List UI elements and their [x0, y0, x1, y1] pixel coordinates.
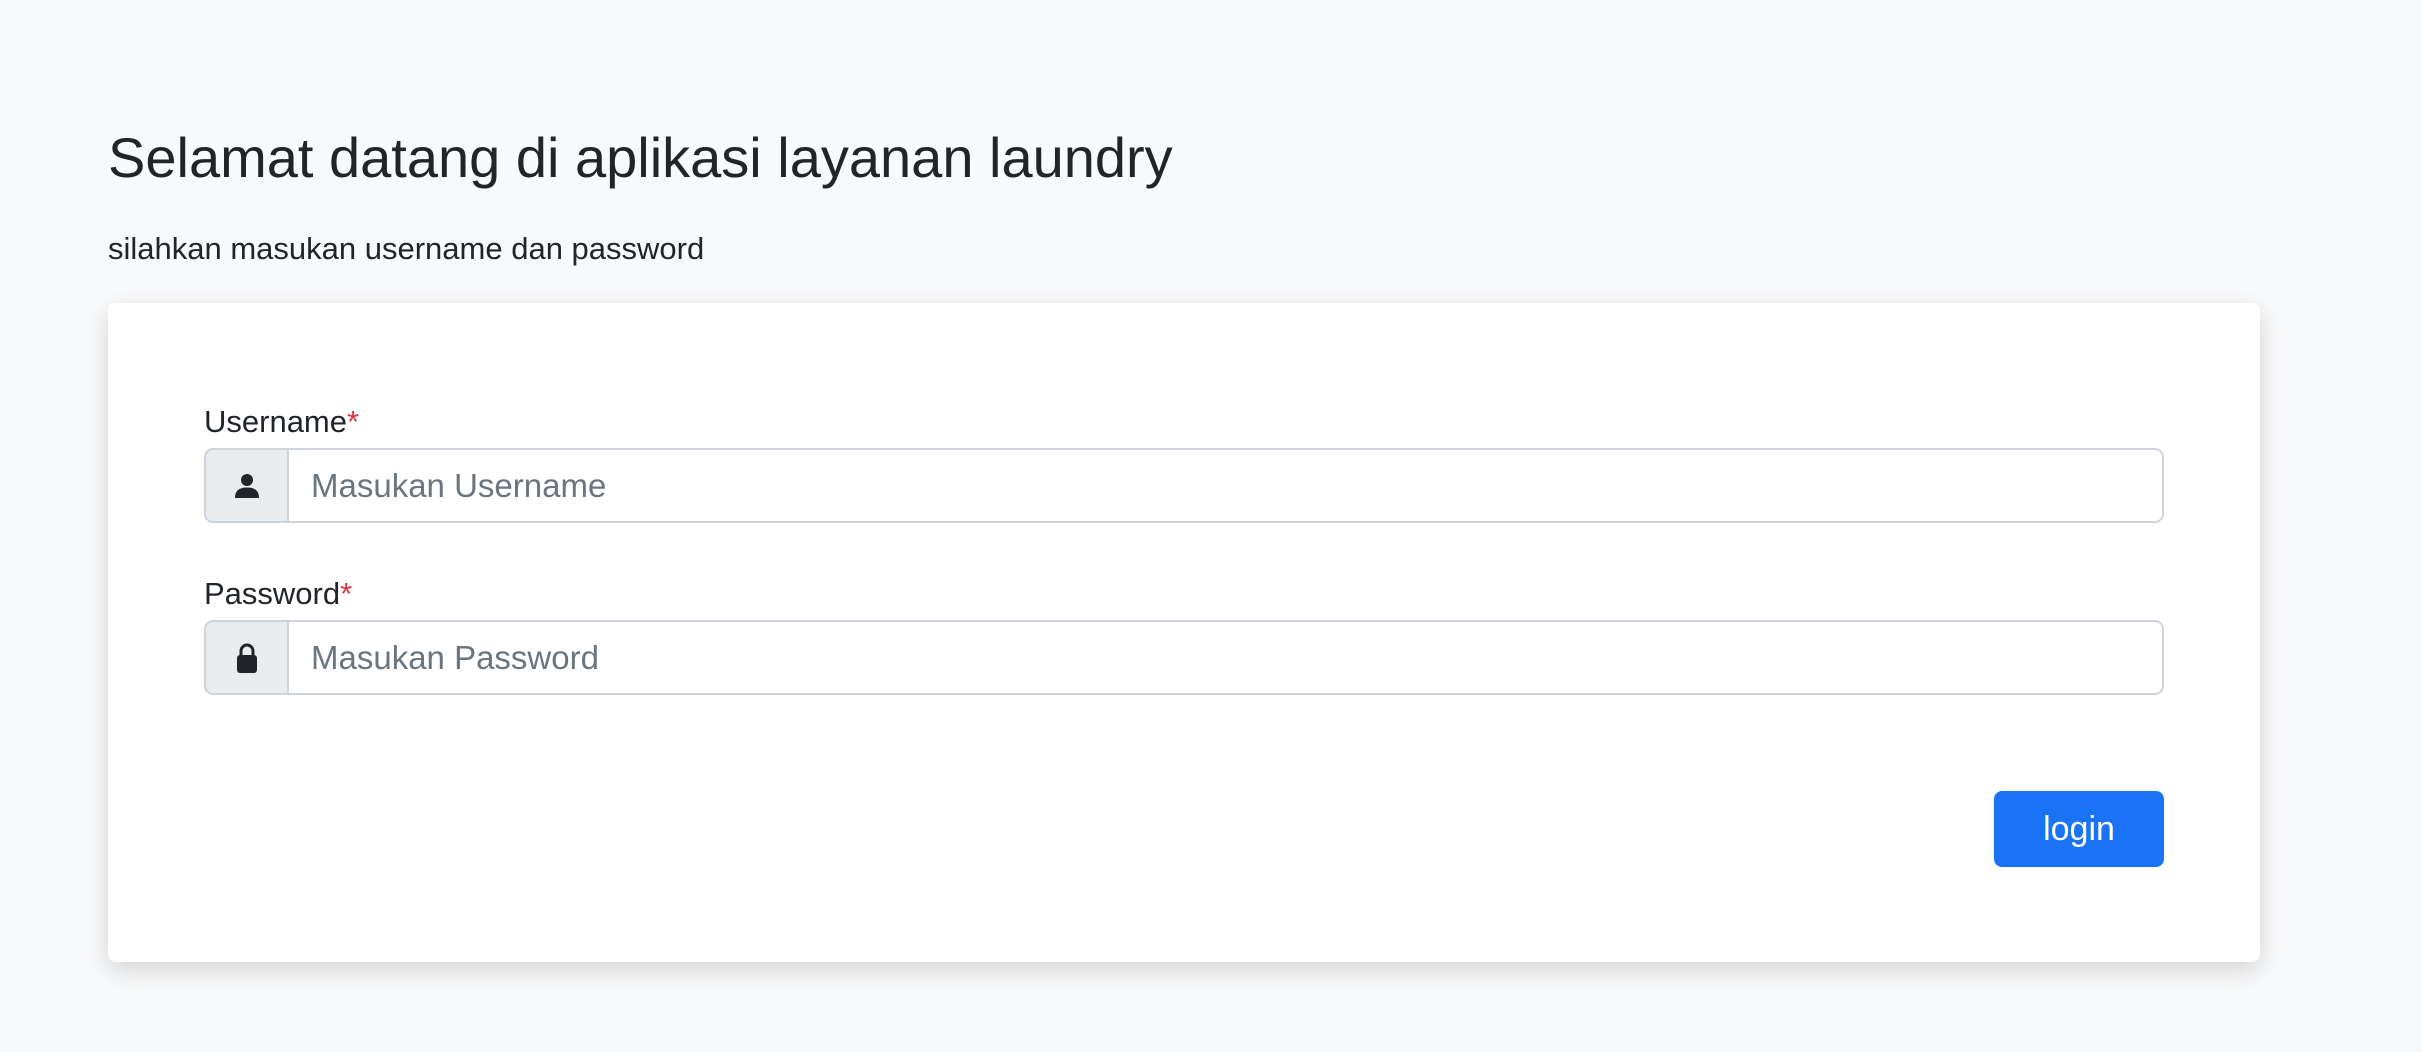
login-button[interactable]: login [1994, 791, 2164, 867]
page-title: Selamat datang di aplikasi layanan laund… [108, 126, 1173, 189]
password-field-group: Password* [204, 572, 2164, 695]
login-page: Selamat datang di aplikasi layanan laund… [0, 0, 2422, 1052]
username-input-group [204, 448, 2164, 523]
login-card: Username* Password* [108, 303, 2260, 962]
username-addon [204, 448, 287, 523]
user-icon [234, 473, 259, 498]
username-label: Username* [204, 400, 2164, 444]
password-addon [204, 620, 287, 695]
page-subtitle: silahkan masukan username dan password [108, 231, 705, 266]
password-label: Password* [204, 572, 2164, 616]
lock-icon [236, 643, 257, 673]
username-required-mark: * [347, 404, 360, 439]
password-input-group [204, 620, 2164, 695]
username-input[interactable] [287, 448, 2164, 523]
username-field-group: Username* [204, 400, 2164, 523]
password-required-mark: * [340, 576, 353, 611]
password-input[interactable] [287, 620, 2164, 695]
password-label-text: Password [204, 576, 341, 611]
username-label-text: Username [204, 404, 347, 439]
